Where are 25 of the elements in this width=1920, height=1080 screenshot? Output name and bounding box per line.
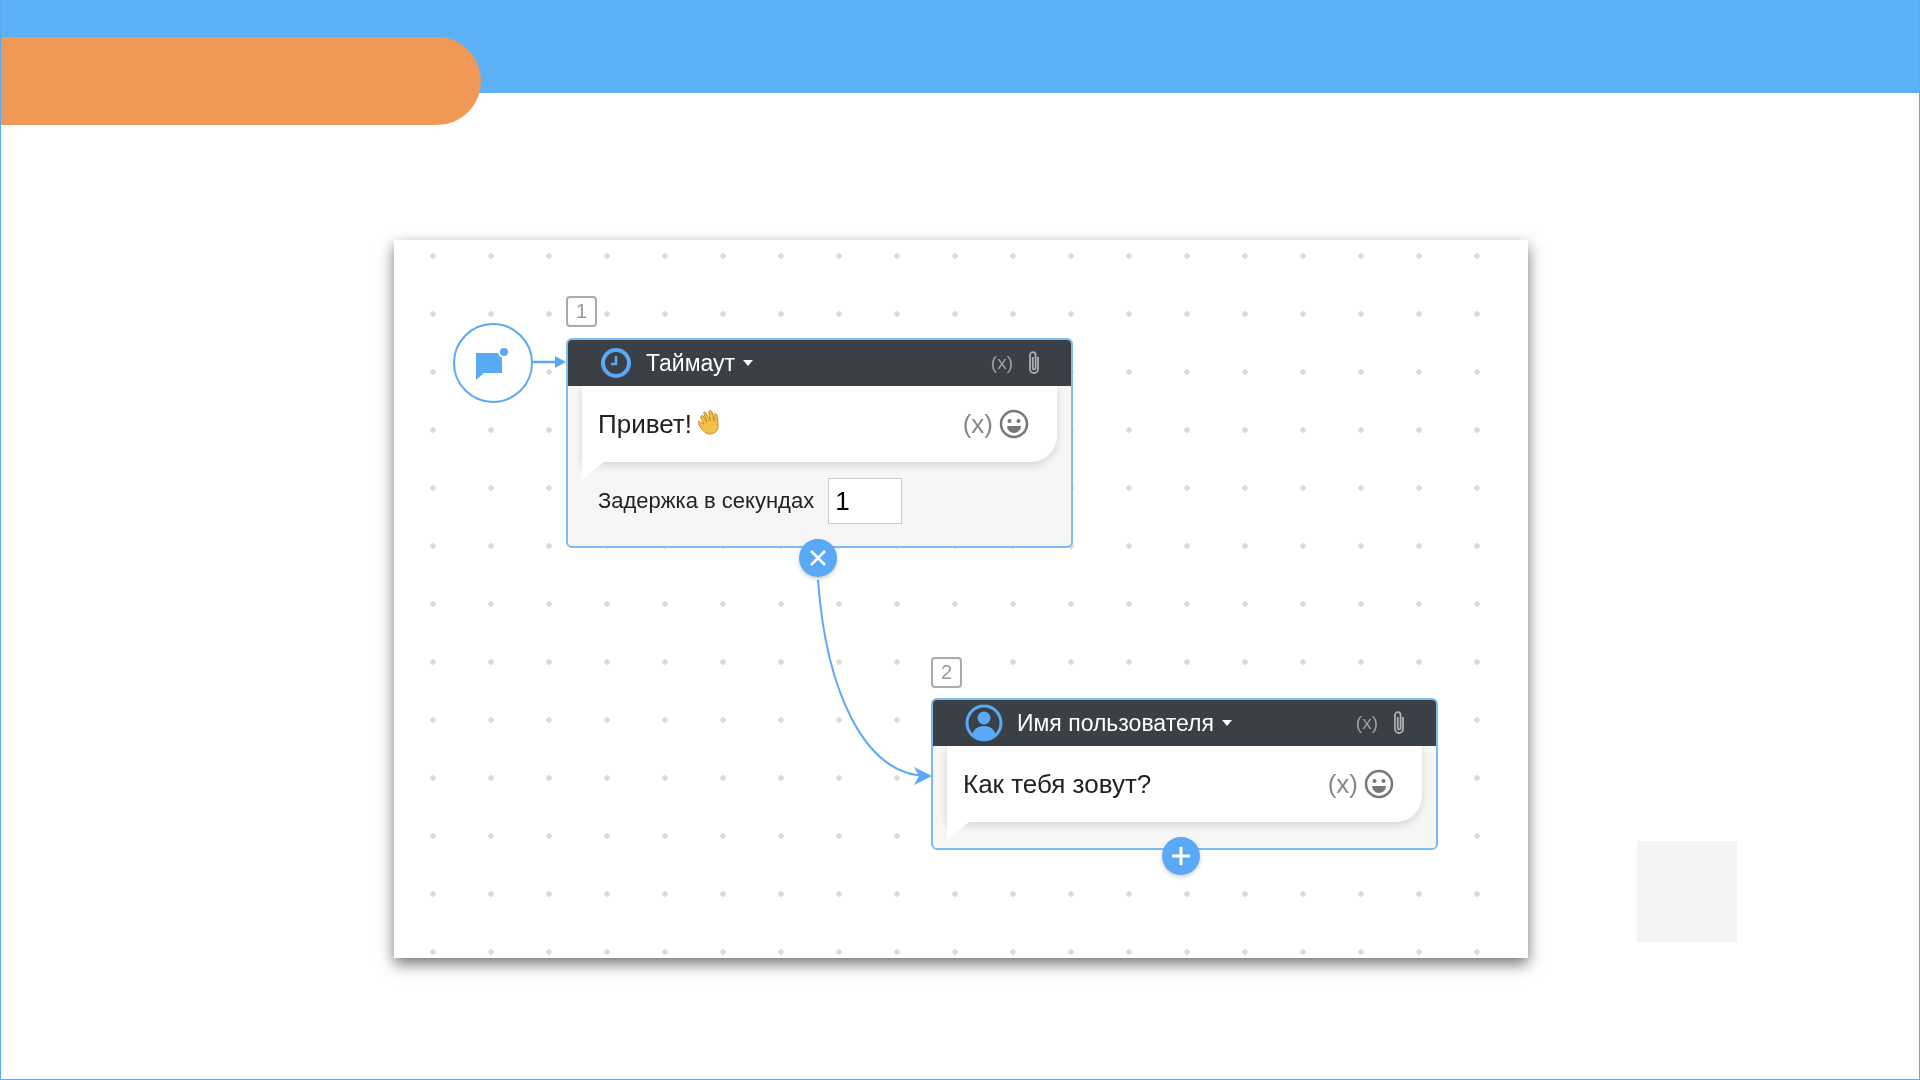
start-arrow — [531, 354, 567, 370]
variable-button[interactable]: (x) — [1355, 712, 1378, 734]
clock-icon — [600, 347, 632, 379]
caret-icon — [743, 360, 754, 366]
remove-link-button[interactable] — [799, 539, 837, 577]
variable-button[interactable]: (x) — [990, 352, 1013, 374]
step-number: 2 — [931, 657, 962, 688]
user-avatar-icon — [965, 704, 1003, 742]
close-icon — [808, 548, 828, 568]
message-text[interactable]: Привет! — [598, 408, 692, 440]
message-text[interactable]: Как тебя зовут? — [963, 768, 1152, 800]
caret-icon — [1221, 720, 1232, 726]
node-type-dropdown[interactable]: Имя пользователя — [1017, 709, 1232, 737]
smiley-icon[interactable] — [1364, 769, 1394, 799]
smiley-icon[interactable] — [999, 409, 1029, 439]
variable-button[interactable]: (x) — [962, 408, 993, 440]
delay-input[interactable]: 1 — [828, 478, 903, 524]
step-number: 1 — [566, 296, 597, 327]
paperclip-icon[interactable] — [1027, 350, 1041, 376]
delay-label: Задержка в секундах — [598, 488, 815, 514]
paperclip-icon[interactable] — [1392, 710, 1406, 736]
variable-button[interactable]: (x) — [1327, 768, 1358, 800]
add-link-button[interactable] — [1162, 837, 1200, 875]
plus-icon — [1170, 845, 1192, 867]
node-type-dropdown[interactable]: Таймаут — [646, 349, 754, 377]
